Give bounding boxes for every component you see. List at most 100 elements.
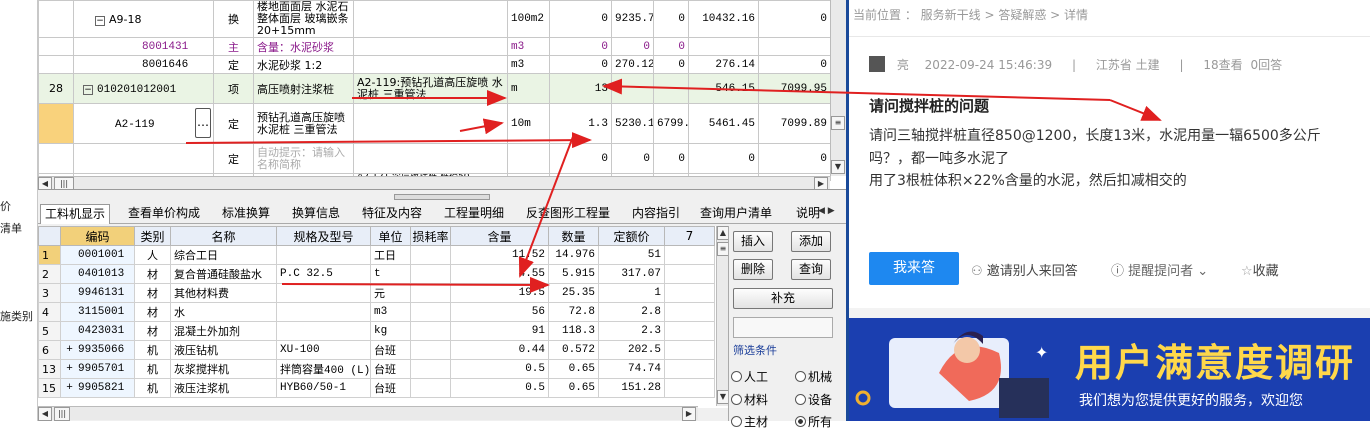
name-cell[interactable]: 混凝土外加剂 bbox=[170, 321, 277, 341]
spec-cell[interactable]: P.C 32.5 bbox=[276, 264, 371, 284]
col-more[interactable]: 7 bbox=[664, 226, 715, 246]
loss-cell[interactable] bbox=[410, 359, 451, 379]
unit-cell[interactable]: m bbox=[507, 73, 550, 104]
name-cell[interactable]: 综合工日 bbox=[170, 245, 277, 265]
code-cell[interactable]: +9905821 bbox=[60, 378, 135, 398]
qty-cell[interactable]: 0 bbox=[549, 143, 612, 174]
quantity-cell[interactable]: 0.65 bbox=[548, 378, 599, 398]
filter-material-radio[interactable]: 材料 bbox=[731, 391, 768, 408]
table-row[interactable]: 8001431 主 含量：水泥砂浆 m3 0 0 0 bbox=[38, 37, 831, 56]
code-cell[interactable]: 0001001 bbox=[60, 245, 135, 265]
table-row[interactable]: 8001646 定 水泥砂浆 1:2 m3 0 270.12 0 276.14 … bbox=[38, 55, 831, 74]
content-cell[interactable]: 4.55 bbox=[450, 264, 549, 284]
name-cell[interactable]: 液压注浆机 bbox=[170, 378, 277, 398]
expand-icon[interactable]: + bbox=[64, 363, 75, 375]
quantity-cell[interactable]: 118.3 bbox=[548, 321, 599, 341]
content-cell[interactable]: 56 bbox=[450, 302, 549, 322]
add-button[interactable]: 添加 bbox=[791, 231, 831, 252]
quota-price-cell[interactable]: 202.5 bbox=[598, 340, 665, 360]
col-loss[interactable]: 损耗率 bbox=[410, 226, 451, 246]
table-row[interactable]: 定 自动提示：请输入名称简称 0 0 0 0 0 bbox=[38, 143, 831, 174]
scroll-left-icon[interactable]: ◀ bbox=[38, 177, 52, 189]
quantity-cell[interactable]: 14.976 bbox=[548, 245, 599, 265]
unit-cell[interactable]: 台班 bbox=[370, 340, 411, 360]
code-cell[interactable] bbox=[73, 143, 214, 174]
unit-cell[interactable]: m3 bbox=[370, 302, 411, 322]
spec-cell[interactable] bbox=[276, 321, 371, 341]
loss-cell[interactable] bbox=[410, 302, 451, 322]
qty-cell[interactable]: 13 bbox=[549, 73, 612, 104]
query-button[interactable]: 查询 bbox=[791, 259, 831, 280]
name-cell[interactable]: 液压钻机 bbox=[170, 340, 277, 360]
tab-user-list[interactable]: 查询用户清单 bbox=[696, 204, 776, 224]
splitter-handle[interactable] bbox=[394, 194, 490, 200]
collect-link[interactable]: ☆收藏 bbox=[1241, 260, 1279, 279]
code-cell[interactable]: 0423031 bbox=[60, 321, 135, 341]
name-cell[interactable]: 复合普通硅酸盐水 bbox=[170, 264, 277, 284]
unit-cell[interactable]: 10m bbox=[507, 103, 550, 144]
content-cell[interactable]: 19.5 bbox=[450, 283, 549, 303]
spec-cell[interactable]: 拌筒容量400 (L) bbox=[276, 359, 371, 379]
spec-cell[interactable] bbox=[353, 55, 508, 74]
category-cell[interactable]: 材 bbox=[134, 264, 171, 284]
lower-vertical-scrollbar[interactable]: ▲ ≡ ▼ bbox=[716, 226, 728, 406]
unit-cell[interactable]: 工日 bbox=[370, 245, 411, 265]
table-row[interactable]: 3 9946131 材其他材料费 元 19.5 25.35 1 bbox=[38, 283, 715, 303]
tab-conversion-info[interactable]: 换算信息 bbox=[288, 204, 344, 224]
unit-cell[interactable]: 100m2 bbox=[507, 0, 550, 38]
supplement-button[interactable]: 补充 bbox=[733, 288, 833, 309]
category-cell[interactable]: 材 bbox=[134, 302, 171, 322]
collapse-icon[interactable]: − bbox=[83, 84, 93, 95]
loss-cell[interactable] bbox=[410, 340, 451, 360]
filter-machine-radio[interactable]: 机械 bbox=[795, 368, 832, 385]
quantity-cell[interactable]: 0.65 bbox=[548, 359, 599, 379]
expand-icon[interactable]: + bbox=[64, 382, 75, 394]
survey-banner[interactable]: ✦ 用户满意度调研 我们想为您提供更好的服务，欢迎您 bbox=[849, 318, 1370, 421]
spec-cell[interactable] bbox=[276, 302, 371, 322]
name-cell[interactable]: 其他材料费 bbox=[170, 283, 277, 303]
col-quantity[interactable]: 数量 bbox=[548, 226, 599, 246]
filter-equipment-radio[interactable]: 设备 bbox=[795, 391, 832, 408]
loss-cell[interactable] bbox=[410, 264, 451, 284]
code-cell[interactable]: A2-119… bbox=[73, 103, 214, 144]
filter-labor-radio[interactable]: 人工 bbox=[731, 368, 768, 385]
scroll-thumb-icon[interactable]: ||| bbox=[54, 407, 70, 421]
quota-price-cell[interactable]: 317.07 bbox=[598, 264, 665, 284]
scroll-right-icon[interactable]: ▶ bbox=[814, 177, 828, 189]
qty-cell[interactable]: 1.3 bbox=[549, 103, 612, 144]
spec-cell[interactable] bbox=[276, 245, 371, 265]
scroll-thumb-icon[interactable]: ||| bbox=[54, 177, 74, 189]
unit-cell[interactable]: 台班 bbox=[370, 359, 411, 379]
code-cell[interactable]: − A9-18 bbox=[73, 0, 214, 38]
quota-price-cell[interactable]: 151.28 bbox=[598, 378, 665, 398]
content-cell[interactable]: 0.5 bbox=[450, 359, 549, 379]
remind-asker-link[interactable]: ⓘ 提醒提问者 ⌄ bbox=[1111, 260, 1208, 279]
category-cell[interactable]: 材 bbox=[134, 321, 171, 341]
col-category[interactable]: 类别 bbox=[134, 226, 171, 246]
content-cell[interactable]: 0.5 bbox=[450, 378, 549, 398]
name-cell[interactable]: 楼地面面层 水泥石整体面层 玻璃嵌条 20+15mm bbox=[253, 0, 354, 38]
quantity-cell[interactable]: 0.572 bbox=[548, 340, 599, 360]
quantity-cell[interactable]: 5.915 bbox=[548, 264, 599, 284]
table-row[interactable]: 28 −010201012001 项 高压喷射注浆桩 A2-119:预钻孔道高压… bbox=[38, 73, 831, 104]
scroll-up-icon[interactable]: ▲ bbox=[717, 226, 728, 240]
quantity-cell[interactable]: 25.35 bbox=[548, 283, 599, 303]
col-code[interactable]: 编码 bbox=[60, 226, 135, 246]
content-cell[interactable]: 0.44 bbox=[450, 340, 549, 360]
scroll-left-icon[interactable]: ◀ bbox=[38, 407, 52, 421]
more-options-button[interactable]: … bbox=[195, 108, 211, 138]
col-unit[interactable]: 单位 bbox=[370, 226, 411, 246]
name-cell[interactable]: 高压喷射注浆桩 bbox=[253, 73, 354, 104]
tab-standard-conversion[interactable]: 标准换算 bbox=[218, 204, 274, 224]
expand-icon[interactable]: + bbox=[64, 344, 75, 356]
content-cell[interactable]: 11.52 bbox=[450, 245, 549, 265]
category-cell[interactable]: 机 bbox=[134, 340, 171, 360]
loss-cell[interactable] bbox=[410, 378, 451, 398]
tab-features[interactable]: 特征及内容 bbox=[358, 204, 426, 224]
table-row[interactable]: 6 +9935066 机液压钻机 XU-100 台班 0.44 0.572 202.5 bbox=[38, 340, 715, 360]
unit-cell[interactable]: 元 bbox=[370, 283, 411, 303]
scroll-right-icon[interactable]: ▶ bbox=[682, 407, 696, 421]
col-spec[interactable]: 规格及型号 bbox=[276, 226, 371, 246]
table-row[interactable]: 5 0423031 材混凝土外加剂 kg 91 118.3 2.3 bbox=[38, 321, 715, 341]
code-cell[interactable]: 0401013 bbox=[60, 264, 135, 284]
